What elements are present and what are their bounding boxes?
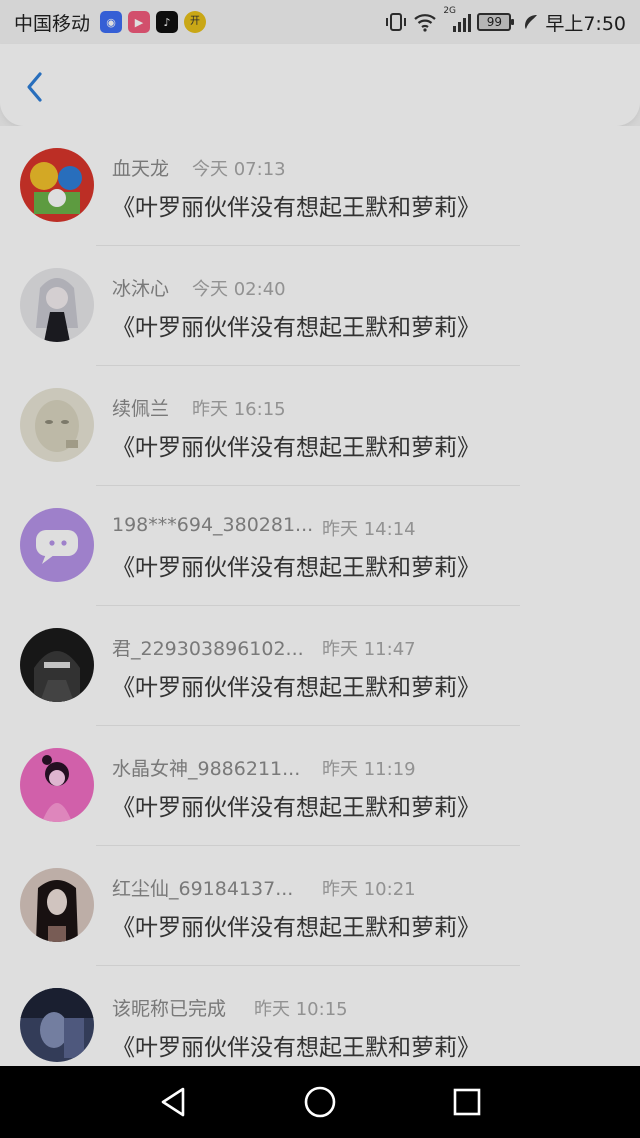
message-text: 《叶罗丽伙伴没有想起王默和萝莉》 [112, 195, 480, 221]
message-time: 昨天 14:14 [322, 519, 416, 540]
list-item[interactable]: 红尘仙_69184137... 昨天 10:21 《叶罗丽伙伴没有想起王默和萝莉… [0, 846, 640, 966]
list-item[interactable]: 血天龙 今天 07:13 《叶罗丽伙伴没有想起王默和萝莉》 [0, 126, 640, 246]
carrier-label: 中国移动 [14, 12, 91, 35]
message-time: 今天 07:13 [192, 159, 286, 180]
video-app-icon: ▶ [128, 11, 151, 33]
status-bar-left: 中国移动 ◉ ▶ ♪ 开 [14, 9, 207, 36]
square-recents-icon [453, 1088, 480, 1116]
avatar[interactable] [20, 508, 94, 582]
message-text: 《叶罗丽伙伴没有想起王默和萝莉》 [112, 1035, 480, 1061]
avatar[interactable] [20, 388, 94, 462]
status-bar: 中国移动 ◉ ▶ ♪ 开 2G 99 早上7:50 [0, 0, 640, 44]
vibrate-icon [385, 11, 407, 33]
wifi-icon [413, 12, 437, 32]
nav-home-button[interactable] [296, 1078, 344, 1126]
back-button[interactable] [18, 70, 52, 104]
circle-home-icon [304, 1086, 336, 1118]
message-text: 《叶罗丽伙伴没有想起王默和萝莉》 [112, 675, 480, 701]
triangle-back-icon [162, 1087, 185, 1117]
avatar[interactable] [20, 268, 94, 342]
browser-app-icon: ◉ [100, 11, 123, 33]
clock: 早上7:50 [545, 12, 626, 35]
leaf-icon [523, 13, 539, 31]
yellow-app-icon: 开 [184, 11, 207, 33]
list-item[interactable]: 续佩兰 昨天 16:15 《叶罗丽伙伴没有想起王默和萝莉》 [0, 366, 640, 486]
status-bar-right: 2G 99 早上7:50 [385, 6, 626, 36]
list-item[interactable]: 冰沐心 今天 02:40 《叶罗丽伙伴没有想起王默和萝莉》 [0, 246, 640, 366]
navigation-bar [0, 1066, 640, 1138]
avatar[interactable] [20, 748, 94, 822]
message-time: 今天 02:40 [192, 279, 286, 300]
cellular-signal-icon: 2G [443, 6, 472, 33]
message-text: 《叶罗丽伙伴没有想起王默和萝莉》 [112, 915, 480, 941]
sender-name: 君_229303896102... [112, 638, 304, 660]
message-time: 昨天 11:47 [322, 639, 416, 660]
avatar[interactable] [20, 868, 94, 942]
list-item[interactable]: 水晶女神_9886211... 昨天 11:19 《叶罗丽伙伴没有想起王默和萝莉… [0, 726, 640, 846]
avatar[interactable] [20, 628, 94, 702]
message-text: 《叶罗丽伙伴没有想起王默和萝莉》 [112, 435, 480, 461]
list-item[interactable]: 198***694_380281... 昨天 14:14 《叶罗丽伙伴没有想起王… [0, 486, 640, 606]
sender-name: 血天龙 [112, 158, 170, 180]
battery-icon: 99 [477, 13, 515, 31]
message-text: 《叶罗丽伙伴没有想起王默和萝莉》 [112, 315, 480, 341]
nav-back-button[interactable] [149, 1078, 197, 1126]
message-time: 昨天 16:15 [192, 399, 286, 420]
message-time: 昨天 11:19 [322, 759, 416, 780]
avatar[interactable] [20, 988, 94, 1062]
sender-name: 该昵称已完成 [112, 998, 227, 1020]
tiktok-app-icon: ♪ [156, 11, 179, 33]
nav-recents-button[interactable] [443, 1078, 491, 1126]
list-item[interactable]: 该昵称已完成 昨天 10:15 《叶罗丽伙伴没有想起王默和萝莉》 [0, 966, 640, 1066]
message-time: 昨天 10:21 [322, 879, 416, 900]
message-time: 昨天 10:15 [254, 999, 348, 1020]
sender-name: 续佩兰 [112, 398, 170, 420]
sender-name: 水晶女神_9886211... [112, 758, 301, 780]
top-app-bar [0, 44, 640, 126]
network-type-label: 2G [443, 6, 457, 16]
sender-name: 冰沐心 [112, 278, 170, 300]
message-text: 《叶罗丽伙伴没有想起王默和萝莉》 [112, 555, 480, 581]
sender-name: 红尘仙_69184137... [112, 878, 294, 900]
list-item[interactable]: 君_229303896102... 昨天 11:47 《叶罗丽伙伴没有想起王默和… [0, 606, 640, 726]
chevron-left-icon [27, 72, 42, 102]
avatar[interactable] [20, 148, 94, 222]
message-list: 血天龙 今天 07:13 《叶罗丽伙伴没有想起王默和萝莉》 冰沐心 今天 02:… [0, 126, 640, 1066]
message-text: 《叶罗丽伙伴没有想起王默和萝莉》 [112, 795, 480, 821]
sender-name: 198***694_380281... [112, 514, 314, 536]
